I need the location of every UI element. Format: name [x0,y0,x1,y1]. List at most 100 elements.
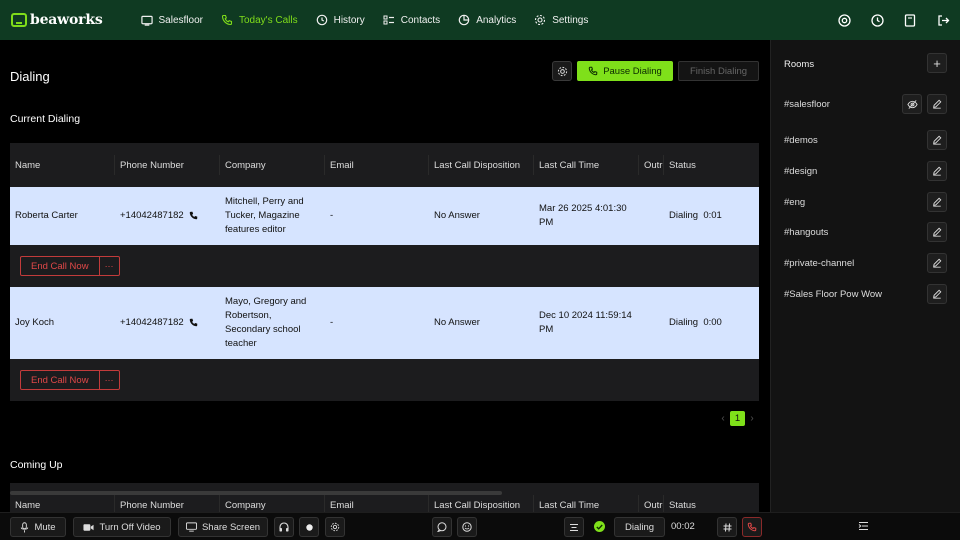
room-item[interactable]: #demos [771,130,960,150]
column-header[interactable]: Status [664,495,759,512]
page-button[interactable]: 1 [730,411,745,426]
nav-history[interactable]: History [308,0,373,40]
edit-icon[interactable] [927,284,947,304]
video-label: Turn Off Video [99,521,161,533]
table-row[interactable]: Roberta Carter +14042487182 Mitchell, Pe… [10,187,759,245]
queue-list-button[interactable] [564,517,584,537]
company-line: features editor [225,224,286,235]
more-options-button[interactable]: ··· [99,370,120,390]
room-item[interactable]: #private-channel [771,253,960,273]
hide-icon[interactable] [902,94,922,114]
edit-icon[interactable] [927,222,947,242]
edit-icon[interactable] [927,94,947,114]
mute-button[interactable]: Mute [10,517,66,537]
table-header: Name Phone Number Company Email Last Cal… [10,143,759,187]
dialpad-button[interactable] [717,517,737,537]
column-header[interactable]: Outreach label [639,155,664,175]
next-page-button[interactable]: › [747,413,757,424]
phone-number[interactable]: +14042487182 [120,317,184,328]
room-item[interactable]: #hangouts [771,222,960,242]
last-call-time-cell: Dec 10 2024 11:59:14 PM [534,309,639,337]
edit-icon[interactable] [927,130,947,150]
pause-dialing-button[interactable]: Pause Dialing [577,61,673,81]
finish-dialing-button[interactable]: Finish Dialing [678,61,759,81]
phone-icon[interactable] [189,211,198,220]
phone-number[interactable]: +14042487182 [120,210,184,221]
support-icon[interactable] [835,11,853,29]
column-header[interactable]: Name [10,495,115,512]
room-item[interactable]: #design [771,161,960,181]
column-header[interactable]: Last Call Disposition [429,155,534,175]
share-screen-button[interactable]: Share Screen [178,517,268,537]
chat-button[interactable] [432,517,452,537]
toggle-video-button[interactable]: Turn Off Video [73,517,171,537]
room-name[interactable]: #eng [784,197,805,208]
dialing-status-button[interactable]: Dialing [614,517,665,537]
book-icon[interactable] [901,11,919,29]
dialer-settings-button[interactable] [552,61,572,81]
prev-page-button[interactable]: ‹ [718,413,728,424]
column-header[interactable]: Phone Number [115,495,220,512]
phone-cell: +14042487182 [115,209,220,223]
nav-contacts[interactable]: Contacts [375,0,448,40]
reactions-button[interactable] [457,517,477,537]
more-options-button[interactable]: ··· [99,256,120,276]
nav-analytics[interactable]: Analytics [450,0,524,40]
nav-todays-calls[interactable]: Today's Calls [213,0,306,40]
edit-icon[interactable] [927,192,947,212]
room-name[interactable]: #design [784,166,817,177]
room-item[interactable]: #salesfloor [771,94,960,114]
logo[interactable]: beaworks [11,0,103,40]
edit-icon[interactable] [927,161,947,181]
status-text: Dialing [669,210,699,221]
room-name[interactable]: #Sales Floor Pow Wow [784,289,882,300]
edit-icon[interactable] [927,253,947,273]
room-item[interactable]: #eng [771,192,960,212]
phone-icon [588,66,598,76]
nav-label: History [333,14,365,26]
rooms-panel: Rooms + #salesfloor #demos #design #eng … [770,40,960,512]
column-header[interactable]: Name [10,155,115,175]
record-button[interactable] [299,517,319,537]
finish-dialing-label: Finish Dialing [689,65,748,77]
phone-icon[interactable] [189,318,198,327]
horizontal-scrollbar[interactable] [10,491,502,495]
column-header[interactable]: Status [664,155,759,175]
room-name[interactable]: #private-channel [784,258,854,269]
call-settings-button[interactable] [325,517,345,537]
company-line: Secondary school [225,324,301,335]
headphones-button[interactable] [274,517,294,537]
status-cell: Dialing 0:00 [664,316,759,330]
logout-icon[interactable] [934,11,952,29]
room-name[interactable]: #salesfloor [784,99,830,110]
gear-icon [557,66,568,77]
column-header[interactable]: Email [325,495,429,512]
column-header[interactable]: Company [220,495,325,512]
room-name[interactable]: #demos [784,135,818,146]
column-header[interactable]: Outreach label [639,495,664,512]
hang-up-button[interactable] [742,517,762,537]
gear-icon [330,522,340,532]
nav-salesfloor[interactable]: Salesfloor [133,0,211,40]
end-call-now-button[interactable]: End Call Now [20,256,100,276]
status-check-icon [594,521,605,532]
column-header[interactable]: Last Call Time [534,155,639,175]
clock-icon[interactable] [868,11,886,29]
column-header[interactable]: Phone Number [115,155,220,175]
nav-settings[interactable]: Settings [526,0,596,40]
column-header[interactable]: Company [220,155,325,175]
column-header[interactable]: Email [325,155,429,175]
room-item[interactable]: #Sales Floor Pow Wow [771,284,960,304]
phone-cell: +14042487182 [115,316,220,330]
add-room-button[interactable]: + [927,53,947,73]
end-call-now-button[interactable]: End Call Now [20,370,100,390]
call-duration: 0:01 [703,210,722,221]
disposition-cell: No Answer [434,317,480,328]
company-line: teacher [225,338,257,349]
column-header[interactable]: Last Call Disposition [429,495,534,512]
collapse-panel-icon[interactable] [858,521,870,533]
column-header[interactable]: Last Call Time [534,495,639,512]
table-row[interactable]: Joy Koch +14042487182 Mayo, Gregory and … [10,287,759,359]
room-name[interactable]: #hangouts [784,227,828,238]
analytics-icon [458,14,470,26]
